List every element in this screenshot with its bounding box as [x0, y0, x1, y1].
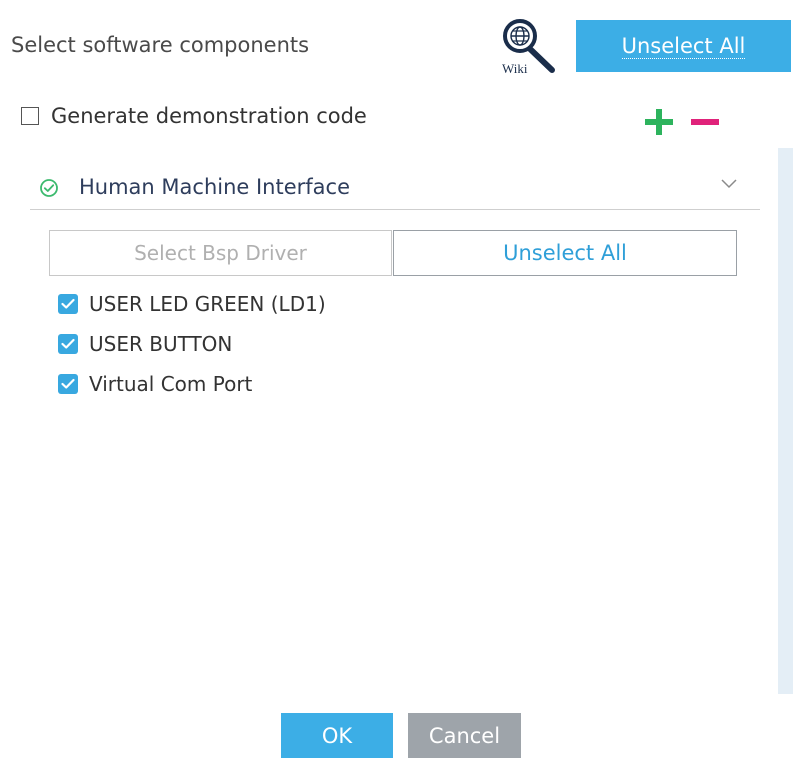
unselect-all-button-label: Unselect All	[621, 33, 746, 59]
scrollbar[interactable]	[778, 148, 793, 694]
unselect-all-drivers-button[interactable]: Unselect All	[393, 230, 737, 276]
checkmark-icon	[61, 338, 75, 349]
checkmark-icon	[61, 298, 75, 309]
chevron-down-icon[interactable]	[720, 176, 738, 190]
driver-label: Virtual Com Port	[89, 372, 253, 396]
driver-checkbox[interactable]	[58, 294, 78, 314]
wiki-magnifier-icon[interactable]: Wiki	[498, 16, 562, 76]
check-circle-icon	[39, 178, 59, 198]
cancel-button[interactable]: Cancel	[408, 713, 521, 758]
demo-code-label: Generate demonstration code	[51, 104, 367, 128]
ok-button[interactable]: OK	[281, 713, 393, 758]
driver-checkbox[interactable]	[58, 374, 78, 394]
driver-list: USER LED GREEN (LD1) USER BUTTON Virtual…	[58, 284, 326, 404]
driver-label: USER LED GREEN (LD1)	[89, 292, 326, 316]
unselect-all-button[interactable]: Unselect All	[576, 20, 791, 72]
section-title: Human Machine Interface	[79, 175, 351, 199]
page-title: Select software components	[11, 33, 310, 57]
wiki-label: Wiki	[502, 61, 528, 76]
demo-code-option[interactable]: Generate demonstration code	[21, 100, 367, 132]
driver-item-user-led-green[interactable]: USER LED GREEN (LD1)	[58, 284, 326, 324]
section-human-machine-interface[interactable]: Human Machine Interface	[30, 166, 760, 210]
driver-item-virtual-com-port[interactable]: Virtual Com Port	[58, 364, 326, 404]
driver-item-user-button[interactable]: USER BUTTON	[58, 324, 326, 364]
select-bsp-driver-button[interactable]: Select Bsp Driver	[49, 230, 392, 276]
checkmark-icon	[61, 378, 75, 389]
plus-icon[interactable]	[642, 107, 676, 137]
driver-label: USER BUTTON	[89, 332, 233, 356]
minus-icon[interactable]	[688, 107, 722, 137]
driver-checkbox[interactable]	[58, 334, 78, 354]
demo-code-checkbox[interactable]	[21, 107, 39, 125]
